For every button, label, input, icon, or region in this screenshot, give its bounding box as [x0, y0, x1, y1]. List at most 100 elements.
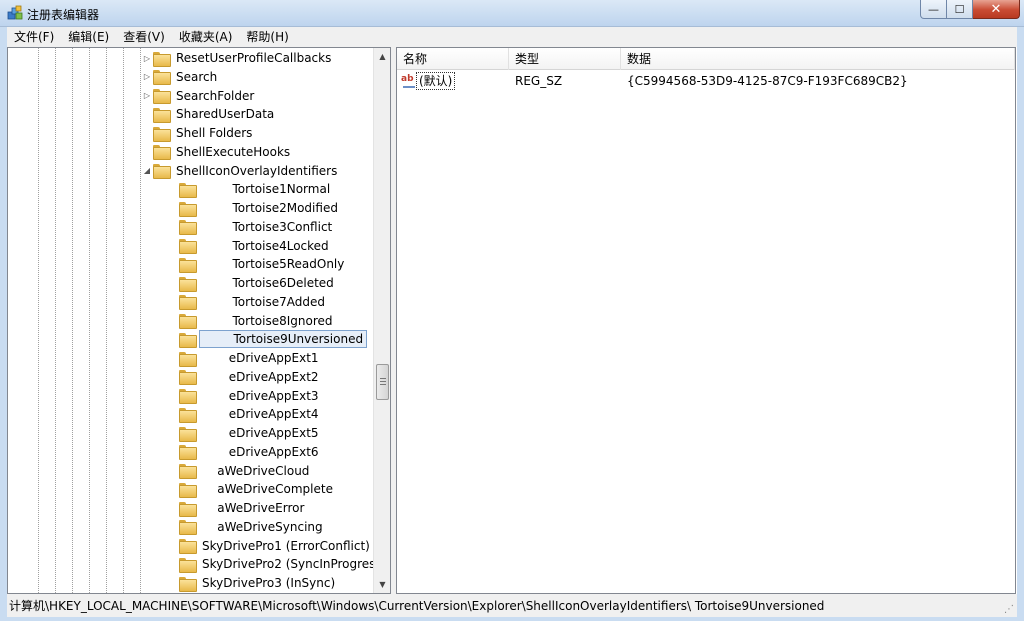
scroll-thumb[interactable] [376, 364, 389, 400]
resize-grip-icon[interactable]: ⋰ [1004, 604, 1016, 616]
tree-guide-line [140, 48, 141, 593]
list-header: 名称 类型 数据 [397, 48, 1015, 70]
value-name: (默认) [416, 72, 456, 90]
title-bar[interactable]: 注册表编辑器 — ☐ ✕ [0, 0, 1024, 27]
tree-item[interactable]: ▷ Search [142, 68, 220, 86]
expand-icon[interactable]: ◢ [142, 166, 152, 175]
tree-item[interactable]: SkyDrivePro3 (InSync) [168, 574, 338, 592]
tree-item[interactable]: Tortoise1Normal [168, 180, 333, 198]
menu-favorites[interactable]: 收藏夹(A) [172, 27, 240, 47]
column-header-name[interactable]: 名称 [397, 48, 509, 70]
folder-icon [179, 520, 197, 536]
tree-scrollbar[interactable]: ▲ ▼ [373, 48, 390, 593]
expand-icon[interactable]: ▷ [142, 91, 152, 100]
status-bar: 计算机\HKEY_LOCAL_MACHINE\SOFTWARE\Microsof… [0, 594, 1024, 621]
regedit-icon [7, 5, 23, 20]
column-header-type[interactable]: 类型 [509, 48, 621, 70]
tree-item[interactable]: eDriveAppExt3 [168, 387, 322, 405]
tree-item[interactable]: aWeDriveSyncing [168, 518, 326, 536]
tree-item[interactable]: Tortoise8Ignored [168, 312, 336, 330]
menu-edit[interactable]: 编辑(E) [61, 27, 116, 47]
expand-icon[interactable]: ▷ [142, 54, 152, 63]
folder-icon [179, 445, 197, 461]
folder-icon [179, 407, 197, 423]
tree-item[interactable]: SkyDrivePro1 (ErrorConflict) [168, 537, 373, 555]
folder-icon [179, 576, 197, 592]
tree-item[interactable]: aWeDriveComplete [168, 480, 336, 498]
tree-item-label: Tortoise4Locked [202, 238, 329, 253]
tree-item-label: aWeDriveSyncing [202, 519, 323, 534]
tree-item-label: SharedUserData [176, 107, 275, 122]
folder-icon [153, 164, 171, 179]
tree-item[interactable]: Tortoise4Locked [168, 237, 332, 255]
tree-item-label: eDriveAppExt2 [202, 369, 319, 384]
tree-item-label: Tortoise1Normal [202, 182, 331, 197]
tree-item-label: aWeDriveComplete [202, 482, 333, 497]
window-controls: — ☐ ✕ [920, 0, 1020, 20]
tree-guide-line [38, 48, 39, 593]
tree-item[interactable]: Shell Folders [142, 124, 255, 142]
tree-item[interactable]: SkyDrivePro2 (SyncInProgress) [168, 555, 389, 573]
tree-item-label: aWeDriveError [202, 501, 305, 515]
folder-icon [179, 482, 197, 498]
menu-view[interactable]: 查看(V) [116, 27, 172, 47]
window-title: 注册表编辑器 [27, 8, 100, 22]
tree-item-label: Tortoise7Added [202, 294, 325, 309]
folder-icon [153, 107, 171, 123]
tree-item[interactable]: Tortoise2Modified [168, 199, 341, 217]
tree-item[interactable]: eDriveAppExt4 [168, 405, 322, 423]
column-header-data[interactable]: 数据 [621, 48, 1015, 70]
tree-item[interactable]: aWeDriveError [168, 499, 307, 517]
folder-icon [153, 70, 171, 86]
close-button[interactable]: ✕ [973, 0, 1020, 19]
status-path: 计算机\HKEY_LOCAL_MACHINE\SOFTWARE\Microsof… [9, 599, 825, 613]
tree-item[interactable]: ◢ ShellIconOverlayIdentifiers [142, 162, 340, 180]
tree-item-label: Search [176, 69, 218, 84]
tree-item[interactable]: Tortoise7Added [168, 293, 328, 311]
menu-help[interactable]: 帮助(H) [239, 27, 295, 47]
reg-sz-icon: ab [401, 73, 417, 88]
scroll-up-button[interactable]: ▲ [374, 48, 391, 65]
folder-icon [179, 351, 197, 367]
tree-item[interactable]: eDriveAppExt6 [168, 443, 322, 461]
folder-icon [153, 145, 171, 161]
maximize-button[interactable]: ☐ [947, 0, 973, 19]
scroll-down-button[interactable]: ▼ [374, 576, 391, 593]
folder-icon [179, 557, 197, 573]
window-frame-left [0, 47, 7, 621]
folder-icon [179, 370, 197, 386]
tree-item-label: SkyDrivePro2 (SyncInProgress) [202, 557, 387, 572]
minimize-button[interactable]: — [920, 0, 947, 19]
tree-item[interactable]: ▷ SearchFolder [142, 87, 257, 105]
tree-item[interactable]: eDriveAppExt1 [168, 349, 322, 367]
folder-icon [179, 426, 197, 442]
tree-item[interactable]: eDriveAppExt5 [168, 424, 322, 442]
expand-icon[interactable]: ▷ [142, 72, 152, 81]
tree-item[interactable]: aWeDriveCloud [168, 462, 312, 480]
tree-item[interactable]: eDriveAppExt2 [168, 368, 322, 386]
folder-icon [179, 539, 197, 554]
folder-icon [179, 464, 197, 479]
tree-item[interactable]: ▷ ResetUserProfileCallbacks [142, 49, 334, 67]
folder-icon [179, 220, 197, 236]
tree-item-label: Tortoise3Conflict [202, 219, 333, 234]
tree-item[interactable]: ShellExecuteHooks [142, 143, 293, 161]
folder-icon [179, 332, 197, 348]
folder-icon [153, 89, 171, 104]
tree-item-label: Shell Folders [176, 126, 253, 140]
values-list[interactable]: 名称 类型 数据 ab (默认) REG_SZ {C5994568-53D9-4… [396, 47, 1016, 594]
registry-tree[interactable]: ▷ ResetUserProfileCallbacks ▷ Search ▷ Search… [7, 47, 391, 594]
tree-item-label: ShellIconOverlayIdentifiers [176, 163, 338, 178]
tree-item[interactable]: Tortoise6Deleted [168, 274, 337, 292]
tree-item[interactable]: Tortoise9Unversioned [168, 330, 368, 349]
tree-item[interactable]: Tortoise3Conflict [168, 218, 335, 236]
list-item[interactable]: ab (默认) REG_SZ {C5994568-53D9-4125-87C9-… [397, 71, 1015, 91]
tree-guide-line [89, 48, 90, 593]
folder-icon [179, 239, 197, 254]
tree-item-label: eDriveAppExt1 [202, 351, 319, 365]
tree-item[interactable]: SharedUserData [142, 105, 277, 123]
menu-file[interactable]: 文件(F) [7, 27, 61, 47]
tree-item-label: Tortoise8Ignored [202, 313, 333, 328]
tree-item[interactable]: Tortoise5ReadOnly [168, 255, 347, 273]
tree-item-label: eDriveAppExt6 [202, 444, 319, 459]
